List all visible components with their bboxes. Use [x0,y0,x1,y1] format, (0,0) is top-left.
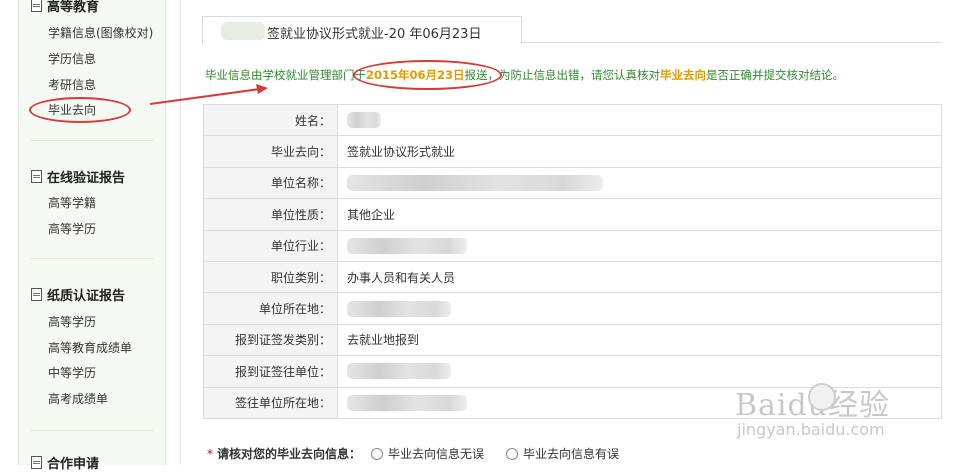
table-row: 报到证签发类别： 去就业地报到 [203,323,942,357]
radio-info-correct[interactable]: 毕业去向信息无误 [371,445,484,462]
table-row: 单位名称： [203,166,942,200]
row-value [337,166,942,200]
row-value: 去就业地报到 [337,323,942,357]
row-value: 签就业协议形式就业 [337,135,942,168]
radio-button[interactable] [506,447,519,460]
row-label: 报到证签发类别： [203,323,338,357]
row-value [337,292,942,325]
blurred-value [347,394,467,411]
table-row: 单位性质： 其他企业 [203,198,942,231]
table-row: 职位类别： 办事人员和有关人员 [203,260,942,294]
confirmation-row: * 请核对您的毕业去向信息： 毕业去向信息无误 毕业去向信息有误 [207,445,641,462]
row-label: 报到证签往单位： [203,355,338,388]
blurred-value [347,300,451,317]
row-value [337,229,942,262]
radio-label: 毕业去向信息有误 [523,447,620,461]
table-row: 姓名： [203,103,942,137]
row-label: 单位性质： [203,198,338,231]
blurred-value [347,363,451,380]
radio-button[interactable] [371,447,384,460]
row-label: 单位所在地： [203,292,338,325]
table-row: 单位行业： [203,229,942,262]
row-value: 办事人员和有关人员 [337,260,942,294]
radio-label: 毕业去向信息无误 [388,447,485,461]
row-label: 单位名称： [203,166,338,200]
blurred-value [347,237,467,254]
row-label: 签往单位所在地： [203,386,338,419]
row-value: 其他企业 [337,198,942,231]
row-label: 单位行业： [203,229,338,262]
blurred-value [347,174,603,191]
blurred-value [347,112,381,129]
paw-icon [808,383,836,411]
confirm-question: 请核对您的毕业去向信息： [217,447,362,461]
watermark-url: jingyan.baidu.com [737,420,885,439]
row-value [337,103,942,137]
required-marker: * [207,446,213,461]
row-label: 姓名： [203,103,338,137]
row-label: 职位类别： [203,260,338,294]
table-row: 毕业去向： 签就业协议形式就业 [203,135,942,168]
row-label: 毕业去向： [203,135,338,168]
radio-info-incorrect[interactable]: 毕业去向信息有误 [506,445,619,462]
table-row: 单位所在地： [203,292,942,325]
graduation-info-table: 姓名： 毕业去向： 签就业协议形式就业 单位名称： 单位性质： 其他企业 单位行业： 职位类别… [203,103,942,419]
